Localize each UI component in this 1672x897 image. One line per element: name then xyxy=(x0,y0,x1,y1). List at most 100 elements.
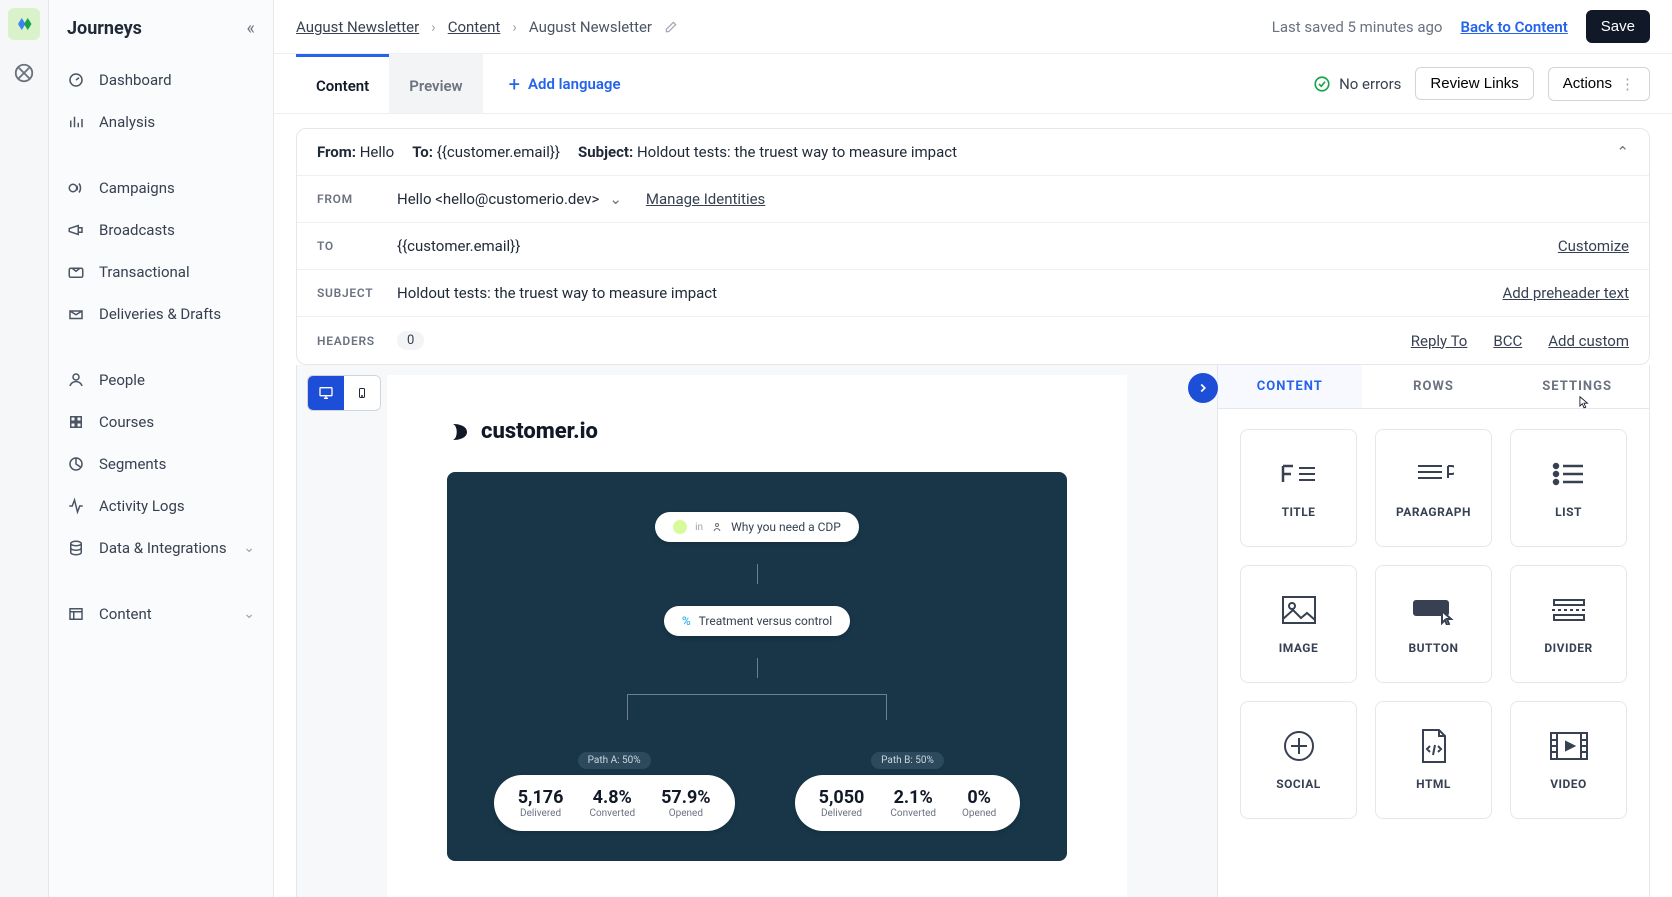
block-list[interactable]: LIST xyxy=(1510,429,1627,547)
sidebar-item-broadcasts[interactable]: Broadcasts xyxy=(49,209,273,251)
breadcrumb-link[interactable]: August Newsletter xyxy=(296,18,419,36)
manage-identities-link[interactable]: Manage Identities xyxy=(646,190,765,208)
from-row: FROM Hello <hello@customerio.dev>⌄ Manag… xyxy=(297,176,1649,223)
sidebar-item-label: Transactional xyxy=(99,263,190,281)
no-errors-indicator: No errors xyxy=(1313,75,1401,93)
last-saved-text: Last saved 5 minutes ago xyxy=(1272,18,1443,36)
headers-row: HEADERS 0 Reply To BCC Add custom xyxy=(297,317,1649,364)
sidebar-item-dashboard[interactable]: Dashboard xyxy=(49,59,273,101)
save-button[interactable]: Save xyxy=(1586,10,1650,43)
rtab-settings[interactable]: SETTINGS xyxy=(1505,365,1649,408)
to-row: TO {{customer.email}} Customize xyxy=(297,223,1649,270)
sidebar-item-transactional[interactable]: Transactional xyxy=(49,251,273,293)
app-rail xyxy=(0,0,49,897)
stats-a: 5,176Delivered 4.8%Converted 57.9%Opened xyxy=(494,775,735,831)
chevron-up-icon[interactable]: ⌃ xyxy=(1616,143,1629,161)
check-circle-icon xyxy=(1313,75,1331,93)
block-html[interactable]: HTML xyxy=(1375,701,1492,819)
device-desktop-button[interactable] xyxy=(308,376,344,410)
sidebar-item-label: Segments xyxy=(99,455,166,473)
logo-icon[interactable] xyxy=(8,8,40,40)
email-meta-card: From: Hello To: {{customer.email}} Subje… xyxy=(296,128,1650,365)
sidebar-item-label: Broadcasts xyxy=(99,221,175,239)
plus-icon: + xyxy=(509,72,520,96)
cursor-icon xyxy=(1577,393,1591,411)
email-canvas[interactable]: customer.io inWhy you need a CDP %Treatm… xyxy=(387,375,1127,897)
secondary-app-icon[interactable] xyxy=(13,62,35,84)
breadcrumb-link[interactable]: Content xyxy=(448,18,501,36)
bcc-link[interactable]: BCC xyxy=(1493,332,1522,350)
back-to-content-link[interactable]: Back to Content xyxy=(1460,18,1567,36)
breadcrumb: August Newsletter › Content › August New… xyxy=(296,18,678,36)
edit-icon[interactable] xyxy=(664,20,678,34)
subbar: Content Preview +Add language No errors … xyxy=(274,54,1672,114)
sidebar-item-activity[interactable]: Activity Logs xyxy=(49,485,273,527)
sidebar-item-label: Analysis xyxy=(99,113,155,131)
panel-toggle-button[interactable] xyxy=(1188,373,1218,403)
hero-image: inWhy you need a CDP %Treatment versus c… xyxy=(447,472,1067,861)
chevron-down-icon: ⌄ xyxy=(609,190,622,208)
hero-node: inWhy you need a CDP xyxy=(655,512,859,542)
breadcrumb-current: August Newsletter xyxy=(529,18,652,36)
block-title[interactable]: TITLE xyxy=(1240,429,1357,547)
headers-count: 0 xyxy=(397,331,424,350)
path-b-badge: Path B: 50% xyxy=(871,752,944,769)
rtab-rows[interactable]: ROWS xyxy=(1362,365,1506,408)
block-button[interactable]: BUTTON xyxy=(1375,565,1492,683)
block-image[interactable]: IMAGE xyxy=(1240,565,1357,683)
sidebar-item-content[interactable]: Content ⌄ xyxy=(49,593,273,635)
hero-node: %Treatment versus control xyxy=(664,606,850,636)
topbar: August Newsletter › Content › August New… xyxy=(274,0,1672,54)
sidebar-item-campaigns[interactable]: Campaigns xyxy=(49,167,273,209)
collapse-sidebar-icon[interactable]: « xyxy=(247,18,255,39)
dots-icon: ⋮ xyxy=(1620,75,1635,93)
sidebar-item-label: Content xyxy=(99,605,152,623)
editor-row: customer.io inWhy you need a CDP %Treatm… xyxy=(296,365,1650,897)
actions-button[interactable]: Actions⋮ xyxy=(1548,67,1650,101)
sidebar-item-label: Data & Integrations xyxy=(99,539,227,557)
chevron-right-icon: › xyxy=(431,18,436,36)
review-links-button[interactable]: Review Links xyxy=(1415,67,1533,100)
sidebar-item-label: People xyxy=(99,371,145,389)
path-a-badge: Path A: 50% xyxy=(578,752,651,769)
sidebar-item-data[interactable]: Data & Integrations ⌄ xyxy=(49,527,273,569)
sidebar-title: Journeys xyxy=(67,18,142,39)
tab-preview[interactable]: Preview xyxy=(389,54,482,113)
chevron-down-icon: ⌄ xyxy=(243,606,255,622)
block-paragraph[interactable]: PARAGRAPH xyxy=(1375,429,1492,547)
from-identity-select[interactable]: Hello <hello@customerio.dev>⌄ xyxy=(397,190,622,208)
subject-value[interactable]: Holdout tests: the truest way to measure… xyxy=(397,284,717,302)
sidebar-item-label: Campaigns xyxy=(99,179,175,197)
chevron-right-icon: › xyxy=(512,18,517,36)
add-preheader-link[interactable]: Add preheader text xyxy=(1502,284,1629,302)
sidebar-item-segments[interactable]: Segments xyxy=(49,443,273,485)
add-custom-header-link[interactable]: Add custom xyxy=(1548,332,1629,350)
brand-logo: customer.io xyxy=(447,419,1067,444)
subject-row: SUBJECT Holdout tests: the truest way to… xyxy=(297,270,1649,317)
sidebar-item-label: Activity Logs xyxy=(99,497,185,515)
device-toggle xyxy=(307,375,381,411)
sidebar-item-analysis[interactable]: Analysis xyxy=(49,101,273,143)
rtab-content[interactable]: CONTENT xyxy=(1218,365,1362,408)
sidebar-item-label: Deliveries & Drafts xyxy=(99,305,221,323)
block-video[interactable]: VIDEO xyxy=(1510,701,1627,819)
right-panel: CONTENT ROWS SETTINGS TITLE PARAGRAPH LI… xyxy=(1217,365,1649,897)
to-value[interactable]: {{customer.email}} xyxy=(397,237,520,255)
block-divider[interactable]: DIVIDER xyxy=(1510,565,1627,683)
email-summary-row[interactable]: From: Hello To: {{customer.email}} Subje… xyxy=(297,129,1649,176)
sidebar-item-deliveries[interactable]: Deliveries & Drafts xyxy=(49,293,273,335)
stats-b: 5,050Delivered 2.1%Converted 0%Opened xyxy=(795,775,1021,831)
device-mobile-button[interactable] xyxy=(344,376,380,410)
block-social[interactable]: SOCIAL xyxy=(1240,701,1357,819)
sidebar-item-label: Dashboard xyxy=(99,71,172,89)
chevron-down-icon: ⌄ xyxy=(243,540,255,556)
sidebar-item-courses[interactable]: Courses xyxy=(49,401,273,443)
sidebar-item-people[interactable]: People xyxy=(49,359,273,401)
reply-to-link[interactable]: Reply To xyxy=(1411,332,1468,350)
add-language-button[interactable]: +Add language xyxy=(509,72,621,96)
canvas-wrap: customer.io inWhy you need a CDP %Treatm… xyxy=(297,365,1217,897)
customize-to-link[interactable]: Customize xyxy=(1558,237,1629,255)
sidebar-item-label: Courses xyxy=(99,413,154,431)
sidebar: Journeys « Dashboard Analysis Campaigns … xyxy=(49,0,274,897)
tab-content[interactable]: Content xyxy=(296,54,389,113)
